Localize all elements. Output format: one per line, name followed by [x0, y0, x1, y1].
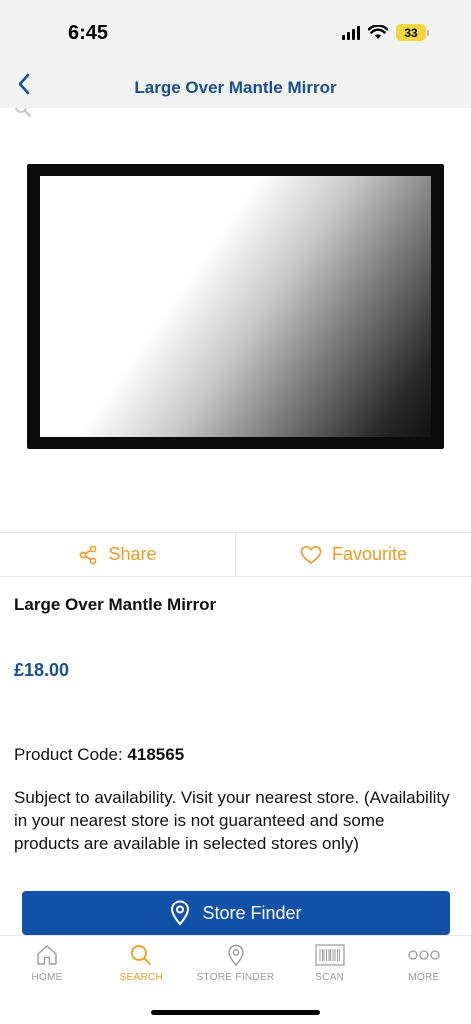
tab-more-label: MORE: [408, 972, 440, 983]
page-title: Large Over Mantle Mirror: [134, 78, 337, 97]
product-code-value: 418565: [127, 745, 185, 764]
location-pin-icon: [227, 944, 244, 966]
product-price: £18.00: [14, 660, 70, 680]
status-time: 6:45: [68, 22, 109, 44]
tab-store-finder-label: STORE FINDER: [196, 972, 275, 983]
product-name: Large Over Mantle Mirror: [14, 595, 217, 614]
heart-icon: [300, 545, 322, 564]
status-icons: 33: [342, 24, 429, 41]
favourite-button[interactable]: Favourite: [235, 533, 471, 576]
battery-level: 33: [396, 24, 426, 41]
battery-icon: 33: [396, 24, 429, 41]
availability-notice: Subject to availability. Visit your near…: [14, 788, 450, 853]
tab-more[interactable]: MORE: [377, 936, 471, 1024]
product-code: Product Code: 418565: [14, 745, 184, 765]
zoom-icon: [15, 108, 31, 117]
nav-bar: Large Over Mantle Mirror: [0, 60, 471, 108]
home-icon: [37, 945, 57, 965]
status-bar: 6:45 33: [0, 0, 471, 60]
barcode-icon: [315, 944, 345, 966]
share-label: Share: [108, 544, 157, 564]
product-code-label: Product Code:: [14, 745, 123, 764]
favourite-label: Favourite: [331, 544, 408, 564]
product-actions: Share Favourite: [0, 532, 471, 577]
search-icon: [131, 945, 152, 965]
tab-home[interactable]: HOME: [0, 936, 94, 1024]
tab-home-label: HOME: [31, 972, 63, 983]
share-icon: [80, 545, 97, 564]
share-button[interactable]: Share: [0, 533, 235, 576]
location-pin-icon: [171, 900, 190, 926]
product-image-area[interactable]: [0, 108, 471, 532]
store-finder-button[interactable]: Store Finder: [22, 891, 450, 935]
more-dots-icon: [408, 950, 440, 960]
tab-scan-label: SCAN: [315, 972, 345, 983]
wifi-icon: [368, 25, 388, 39]
home-indicator: [151, 1010, 320, 1015]
tab-search-label: SEARCH: [119, 972, 164, 983]
signal-icon: [342, 25, 360, 40]
store-finder-label: Store Finder: [202, 902, 302, 923]
product-image: [27, 164, 444, 449]
